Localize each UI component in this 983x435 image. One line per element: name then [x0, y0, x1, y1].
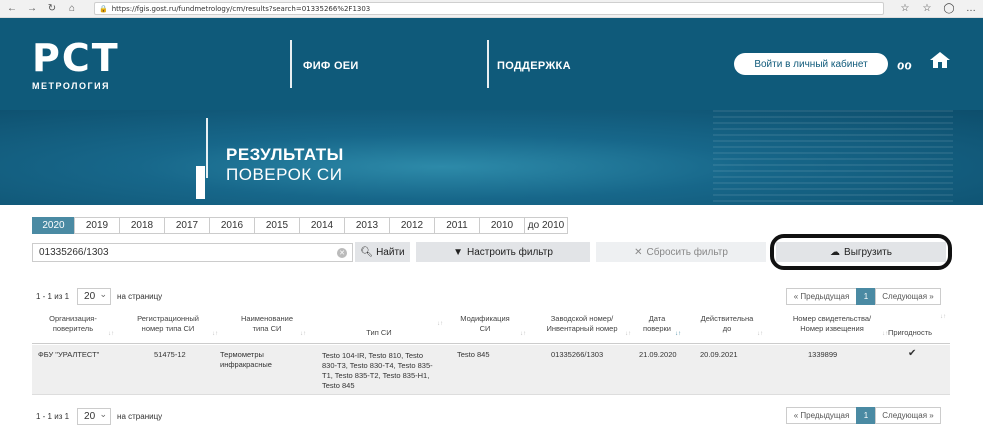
favorite-icon[interactable]: ☆: [894, 3, 916, 14]
cell-type-name: Термометры инфракрасные: [220, 350, 272, 369]
pagination-bottom: « Предыдущая 1 Следующая »: [786, 407, 941, 424]
year-tab[interactable]: 2019: [74, 217, 120, 234]
per-page-control-bottom: 1 - 1 из 1 20 на страницу: [36, 408, 162, 425]
login-button[interactable]: Войти в личный кабинет: [734, 53, 888, 75]
configure-filter-button[interactable]: ▼ Настроить фильтр: [416, 242, 590, 262]
cell-modification: Testo 845: [457, 350, 490, 359]
profile-icon[interactable]: ◯: [938, 3, 960, 14]
close-icon: ✕: [634, 246, 643, 258]
next-page-button[interactable]: Следующая »: [875, 407, 941, 424]
page-1-button[interactable]: 1: [856, 288, 876, 305]
result-range: 1 - 1 из 1: [36, 412, 70, 421]
home-icon[interactable]: ⌂: [64, 1, 80, 17]
year-tab[interactable]: 2018: [119, 217, 165, 234]
search-icon: 🔍︎: [360, 246, 374, 258]
search-input[interactable]: 01335266/1303 ✕: [32, 243, 353, 262]
col-serial[interactable]: Заводской номер/ Инвентарный номер: [532, 314, 632, 334]
collections-icon[interactable]: ☆: [916, 3, 938, 14]
pagination: « Предыдущая 1 Следующая »: [786, 288, 941, 305]
per-page-select[interactable]: 20: [77, 288, 112, 305]
per-page-select[interactable]: 20: [77, 408, 112, 425]
cell-serial: 01335266/1303: [551, 350, 604, 359]
col-type[interactable]: Тип СИ: [314, 328, 444, 338]
refresh-icon[interactable]: ↻: [44, 1, 60, 17]
year-tab[interactable]: 2020: [32, 217, 75, 234]
cell-org: ФБУ "УРАЛТЕСТ": [38, 350, 100, 359]
back-icon[interactable]: ←: [4, 1, 20, 17]
next-page-button[interactable]: Следующая »: [875, 288, 941, 305]
col-type-name[interactable]: Наименование типа СИ: [226, 314, 308, 334]
site-header: РСТ МЕТРОЛОГИЯ ФИФ ОЕИ ПОДДЕРЖКА Войти в…: [0, 18, 983, 205]
col-certificate[interactable]: Номер свидетельства/ Номер извещения: [777, 314, 887, 334]
page-subtitle: ПОВЕРОК СИ: [226, 165, 343, 184]
address-bar[interactable]: 🔒 https://fgis.gost.ru/fundmetrology/cm/…: [94, 2, 884, 15]
per-page-label: на страницу: [117, 412, 163, 421]
year-tab[interactable]: 2010: [479, 217, 525, 234]
year-tab[interactable]: до 2010: [524, 217, 568, 234]
reset-filter-button[interactable]: ✕ Сбросить фильтр: [596, 242, 766, 262]
col-fitness[interactable]: Пригодность: [880, 328, 940, 338]
logo-mark: РСТ: [32, 36, 120, 80]
accessibility-glasses-icon[interactable]: ℴℴ: [897, 54, 912, 74]
result-range: 1 - 1 из 1: [36, 292, 70, 301]
per-page-label: на страницу: [117, 292, 163, 301]
home-icon[interactable]: [929, 51, 951, 74]
nav-fif-oei[interactable]: ФИФ ОЕИ: [303, 60, 359, 72]
nav-support[interactable]: ПОДДЕРЖКА: [497, 60, 571, 72]
cell-type: Testo 104-IR, Testo 810, Testo 830-T3, T…: [322, 351, 433, 390]
highlight-oval: [770, 234, 952, 270]
lock-icon: 🔒: [99, 4, 108, 13]
forward-icon[interactable]: →: [24, 1, 40, 17]
per-page-control: 1 - 1 из 1 20 на страницу: [36, 288, 162, 305]
year-tab[interactable]: 2014: [299, 217, 345, 234]
year-tab[interactable]: 2015: [254, 217, 300, 234]
year-tab[interactable]: 2012: [389, 217, 435, 234]
clear-icon[interactable]: ✕: [337, 248, 347, 258]
search-value: 01335266/1303: [39, 247, 109, 258]
cell-date: 21.09.2020: [639, 350, 677, 359]
check-icon: ✔: [908, 348, 917, 359]
year-tab[interactable]: 2016: [209, 217, 255, 234]
year-tab[interactable]: 2013: [344, 217, 390, 234]
col-valid-until[interactable]: Действительна до: [692, 314, 762, 334]
url-text: https://fgis.gost.ru/fundmetrology/cm/re…: [111, 4, 371, 13]
table-row[interactable]: ФБУ "УРАЛТЕСТ" 51475-12 Термометры инфра…: [32, 345, 950, 395]
prev-page-button[interactable]: « Предыдущая: [786, 407, 857, 424]
prev-page-button[interactable]: « Предыдущая: [786, 288, 857, 305]
cell-certificate[interactable]: 1339899: [808, 350, 837, 360]
banner: [0, 110, 983, 205]
logo[interactable]: РСТ МЕТРОЛОГИЯ: [32, 36, 120, 91]
find-button[interactable]: 🔍︎ Найти: [355, 242, 410, 262]
col-org[interactable]: Организация- поверитель: [32, 314, 114, 334]
year-tabs: 2020 2019 2018 2017 2016 2015 2014 2013 …: [32, 217, 568, 234]
page-1-button[interactable]: 1: [856, 407, 876, 424]
col-reg-number[interactable]: Регистрационный номер типа СИ: [120, 314, 216, 334]
col-modification[interactable]: Модификация СИ: [450, 314, 520, 334]
table-header: Организация- поверитель ↓↑ Регистрационн…: [32, 314, 950, 344]
filter-icon: ▼: [453, 246, 464, 258]
year-tab[interactable]: 2017: [164, 217, 210, 234]
more-icon[interactable]: …: [960, 3, 982, 14]
cell-reg-number: 51475-12: [154, 350, 186, 359]
cell-valid-until: 20.09.2021: [700, 350, 738, 359]
logo-subtitle: МЕТРОЛОГИЯ: [32, 81, 111, 91]
page-title: РЕЗУЛЬТАТЫ: [226, 145, 344, 164]
browser-toolbar: ← → ↻ ⌂ 🔒 https://fgis.gost.ru/fundmetro…: [0, 0, 983, 18]
year-tab[interactable]: 2011: [434, 217, 480, 234]
